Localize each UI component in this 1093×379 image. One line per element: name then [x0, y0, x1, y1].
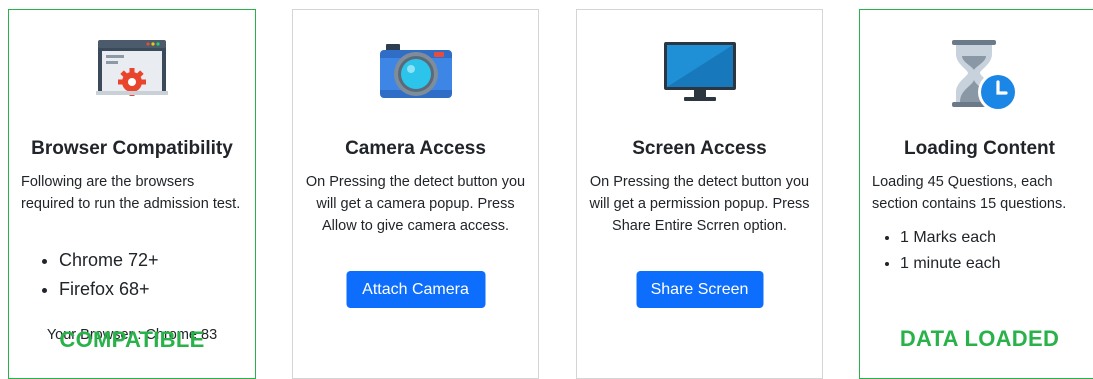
card-description: Loading 45 Questions, each section conta…: [872, 174, 1067, 212]
list-item: Chrome 72+: [59, 246, 159, 275]
card-description: On Pressing the detect button you will g…: [589, 174, 810, 234]
camera-access-card: Camera Access On Pressing the detect but…: [292, 9, 539, 379]
hourglass-clock-icon: [942, 38, 1018, 119]
card-description: On Pressing the detect button you will g…: [305, 174, 526, 234]
data-loaded-status: DATA LOADED: [899, 326, 1060, 351]
supported-browsers-list: Chrome 72+ Firefox 68+: [9, 246, 159, 304]
screen-access-card: Screen Access On Pressing the detect but…: [576, 9, 823, 379]
card-description: Following are the browsers required to r…: [21, 174, 241, 212]
browser-compatibility-card: Browser Compatibility Following are the …: [8, 9, 256, 379]
monitor-icon: [662, 38, 738, 109]
list-item: 1 minute each: [900, 251, 1001, 277]
question-info-list: 1 Marks each 1 minute each: [850, 225, 1001, 277]
card-title: Camera Access: [345, 138, 486, 159]
loading-content-card: Loading Content Loading 45 Questions, ea…: [859, 9, 1093, 379]
compatibility-status: COMPATIBLE: [59, 327, 205, 352]
card-title: Screen Access: [632, 138, 767, 159]
card-title: Browser Compatibility: [31, 138, 233, 159]
camera-icon: [378, 38, 454, 107]
share-screen-button[interactable]: Share Screen: [636, 271, 763, 308]
list-item: 1 Marks each: [900, 225, 1001, 251]
browser-settings-icon: [96, 38, 168, 103]
attach-camera-button[interactable]: Attach Camera: [346, 271, 485, 308]
list-item: Firefox 68+: [59, 275, 159, 304]
card-title: Loading Content: [904, 138, 1055, 159]
